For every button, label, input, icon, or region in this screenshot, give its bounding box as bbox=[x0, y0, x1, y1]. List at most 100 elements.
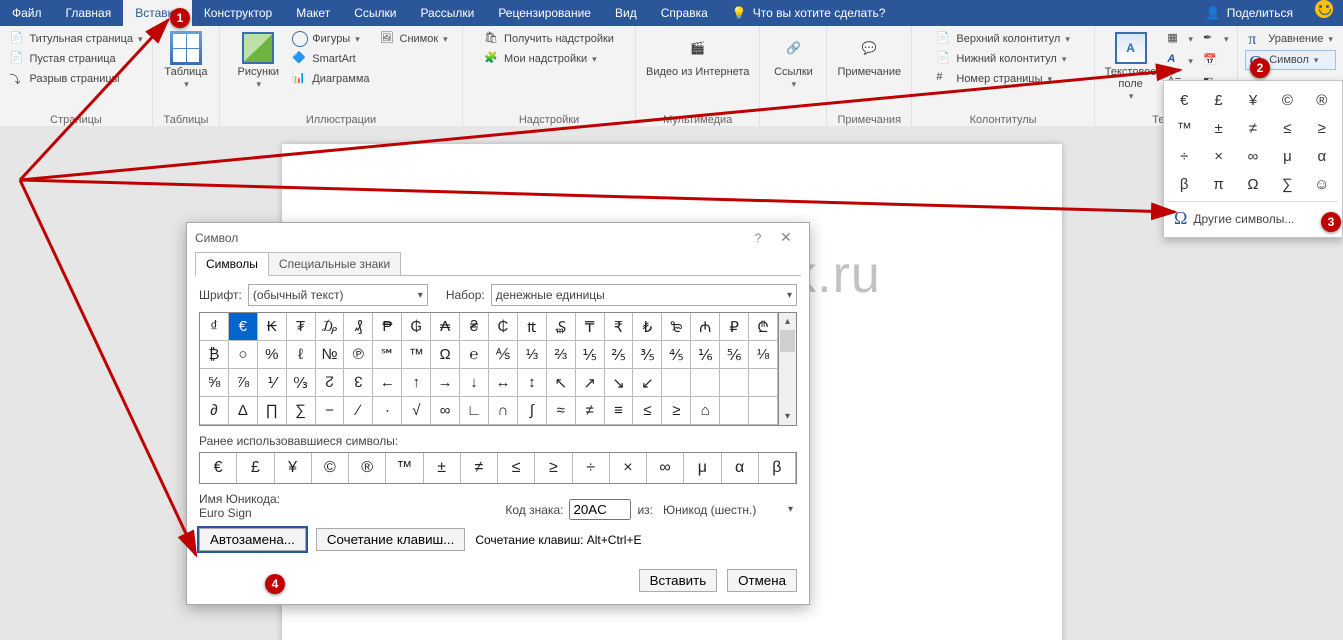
wordart-button[interactable]: A▾ bbox=[1164, 52, 1196, 70]
symbol-cell[interactable]: ↙ bbox=[633, 369, 662, 397]
recent-symbol-cell[interactable]: ≥ bbox=[535, 453, 572, 483]
my-addins-button[interactable]: 🧩Мои надстройки▾ bbox=[481, 50, 617, 68]
symbol-cell[interactable]: ₾ bbox=[749, 313, 778, 341]
quick-symbol-cell[interactable]: £ bbox=[1202, 87, 1234, 113]
symbol-cell[interactable]: € bbox=[229, 313, 258, 341]
pictures-button[interactable]: Рисунки▾ bbox=[231, 30, 285, 92]
symbol-cell[interactable]: ∞ bbox=[431, 397, 460, 425]
recent-symbol-cell[interactable]: α bbox=[722, 453, 759, 483]
quick-symbol-cell[interactable]: π bbox=[1202, 171, 1234, 197]
quick-symbol-cell[interactable]: ≠ bbox=[1237, 115, 1269, 141]
symbol-cell[interactable]: ≥ bbox=[662, 397, 691, 425]
symbol-cell[interactable] bbox=[720, 397, 749, 425]
get-addins-button[interactable]: 🛍Получить надстройки bbox=[481, 30, 617, 48]
subset-select[interactable]: денежные единицы▾ bbox=[491, 284, 797, 306]
symbol-cell[interactable]: ⌂ bbox=[691, 397, 720, 425]
quick-symbol-cell[interactable]: β bbox=[1168, 171, 1200, 197]
symbol-cell[interactable]: ∕ bbox=[344, 397, 373, 425]
close-button[interactable]: ✕ bbox=[771, 229, 801, 246]
quick-symbol-cell[interactable]: © bbox=[1271, 87, 1303, 113]
symbol-cell[interactable]: ⅟ bbox=[258, 369, 287, 397]
symbol-cell[interactable] bbox=[720, 369, 749, 397]
links-button[interactable]: 🔗 Ссылки▾ bbox=[766, 30, 820, 92]
symbol-cell[interactable]: ₲ bbox=[402, 313, 431, 341]
symbol-cell[interactable]: ↘ bbox=[605, 369, 634, 397]
recent-symbol-cell[interactable]: ¥ bbox=[275, 453, 312, 483]
symbol-cell[interactable]: ₭ bbox=[258, 313, 287, 341]
symbol-cell[interactable] bbox=[662, 369, 691, 397]
recent-symbol-cell[interactable]: ± bbox=[424, 453, 461, 483]
online-video-button[interactable]: 🎬 Видео из Интернета bbox=[642, 30, 753, 80]
symbol-cell[interactable]: ₰ bbox=[344, 313, 373, 341]
symbol-cell[interactable]: ↊ bbox=[316, 369, 345, 397]
shapes-button[interactable]: Фигуры▾ bbox=[289, 30, 372, 48]
menu-layout[interactable]: Макет bbox=[284, 0, 342, 26]
recent-symbol-cell[interactable]: ™ bbox=[386, 453, 423, 483]
symbol-cell[interactable]: ₺ bbox=[633, 313, 662, 341]
quick-symbol-cell[interactable]: ™ bbox=[1168, 115, 1200, 141]
quick-symbol-cell[interactable]: Ω bbox=[1237, 171, 1269, 197]
chart-button[interactable]: 📊Диаграмма bbox=[289, 70, 372, 88]
recent-symbol-cell[interactable]: ≠ bbox=[461, 453, 498, 483]
tab-special[interactable]: Специальные знаки bbox=[268, 252, 401, 276]
quick-symbol-cell[interactable]: μ bbox=[1271, 143, 1303, 169]
table-button[interactable]: Таблица▾ bbox=[159, 30, 213, 92]
symbol-cell[interactable]: ⅍ bbox=[489, 341, 518, 369]
footer-button[interactable]: 📄Нижний колонтитул▾ bbox=[933, 50, 1072, 68]
symbol-cell[interactable]: ≠ bbox=[576, 397, 605, 425]
symbol-cell[interactable]: ⅚ bbox=[720, 341, 749, 369]
symbol-cell[interactable]: ∫ bbox=[518, 397, 547, 425]
page-break-button[interactable]: ⤵Разрыв страницы bbox=[6, 70, 145, 88]
cancel-button[interactable]: Отмена bbox=[727, 569, 797, 592]
textbox-button[interactable]: A Текстовое поле▾ bbox=[1101, 30, 1161, 104]
symbol-cell[interactable]: ↓ bbox=[460, 369, 489, 397]
equation-button[interactable]: πУравнение▾ bbox=[1245, 30, 1336, 48]
symbol-cell[interactable]: ₮ bbox=[287, 313, 316, 341]
symbol-cell[interactable] bbox=[749, 369, 778, 397]
symbol-cell[interactable]: ∑ bbox=[287, 397, 316, 425]
quick-symbol-cell[interactable]: ∑ bbox=[1271, 171, 1303, 197]
recent-symbol-cell[interactable]: € bbox=[200, 453, 237, 483]
grid-scrollbar[interactable]: ▴ ▾ bbox=[779, 312, 797, 426]
menu-review[interactable]: Рецензирование bbox=[486, 0, 603, 26]
menu-design[interactable]: Конструктор bbox=[192, 0, 284, 26]
comment-button[interactable]: 💬 Примечание bbox=[833, 30, 905, 80]
symbol-cell[interactable]: ⅔ bbox=[547, 341, 576, 369]
symbol-cell[interactable] bbox=[749, 397, 778, 425]
symbol-cell[interactable]: ↗ bbox=[576, 369, 605, 397]
menu-help[interactable]: Справка bbox=[649, 0, 720, 26]
symbol-cell[interactable]: № bbox=[316, 341, 345, 369]
symbol-cell[interactable]: ₱ bbox=[373, 313, 402, 341]
recent-symbol-cell[interactable]: ÷ bbox=[573, 453, 610, 483]
symbol-cell[interactable]: ℓ bbox=[287, 341, 316, 369]
symbol-cell[interactable]: ∩ bbox=[489, 397, 518, 425]
signature-button[interactable]: ✒▾ bbox=[1200, 30, 1232, 48]
recent-symbol-cell[interactable]: μ bbox=[684, 453, 721, 483]
symbol-cell[interactable]: ℠ bbox=[373, 341, 402, 369]
datetime-button[interactable]: 📅 bbox=[1200, 52, 1232, 70]
symbol-cell[interactable]: Δ bbox=[229, 397, 258, 425]
symbol-cell[interactable]: → bbox=[431, 369, 460, 397]
recent-symbol-cell[interactable]: ≤ bbox=[498, 453, 535, 483]
scroll-up-icon[interactable]: ▴ bbox=[779, 313, 796, 330]
menu-view[interactable]: Вид bbox=[603, 0, 649, 26]
symbol-cell[interactable]: ₿ bbox=[200, 341, 229, 369]
pagenumber-button[interactable]: #Номер страницы▾ bbox=[933, 70, 1072, 88]
symbol-cell[interactable]: ™ bbox=[402, 341, 431, 369]
smiley-icon[interactable] bbox=[1315, 0, 1333, 18]
help-button[interactable]: ? bbox=[745, 231, 771, 245]
symbol-cell[interactable]: ₶ bbox=[518, 313, 547, 341]
symbol-cell[interactable]: ⅙ bbox=[691, 341, 720, 369]
symbol-cell[interactable]: ₼ bbox=[691, 313, 720, 341]
font-select[interactable]: (обычный текст)▾ bbox=[248, 284, 428, 306]
quick-symbol-cell[interactable]: ∞ bbox=[1237, 143, 1269, 169]
recent-symbol-cell[interactable]: £ bbox=[237, 453, 274, 483]
scroll-thumb[interactable] bbox=[780, 330, 795, 352]
quick-symbol-cell[interactable]: ¥ bbox=[1237, 87, 1269, 113]
symbol-cell[interactable]: ← bbox=[373, 369, 402, 397]
header-button[interactable]: 📄Верхний колонтитул▾ bbox=[933, 30, 1072, 48]
symbol-cell[interactable]: ↑ bbox=[402, 369, 431, 397]
symbol-cell[interactable]: ⅗ bbox=[633, 341, 662, 369]
symbol-cell[interactable]: ≡ bbox=[605, 397, 634, 425]
insert-button[interactable]: Вставить bbox=[639, 569, 718, 592]
